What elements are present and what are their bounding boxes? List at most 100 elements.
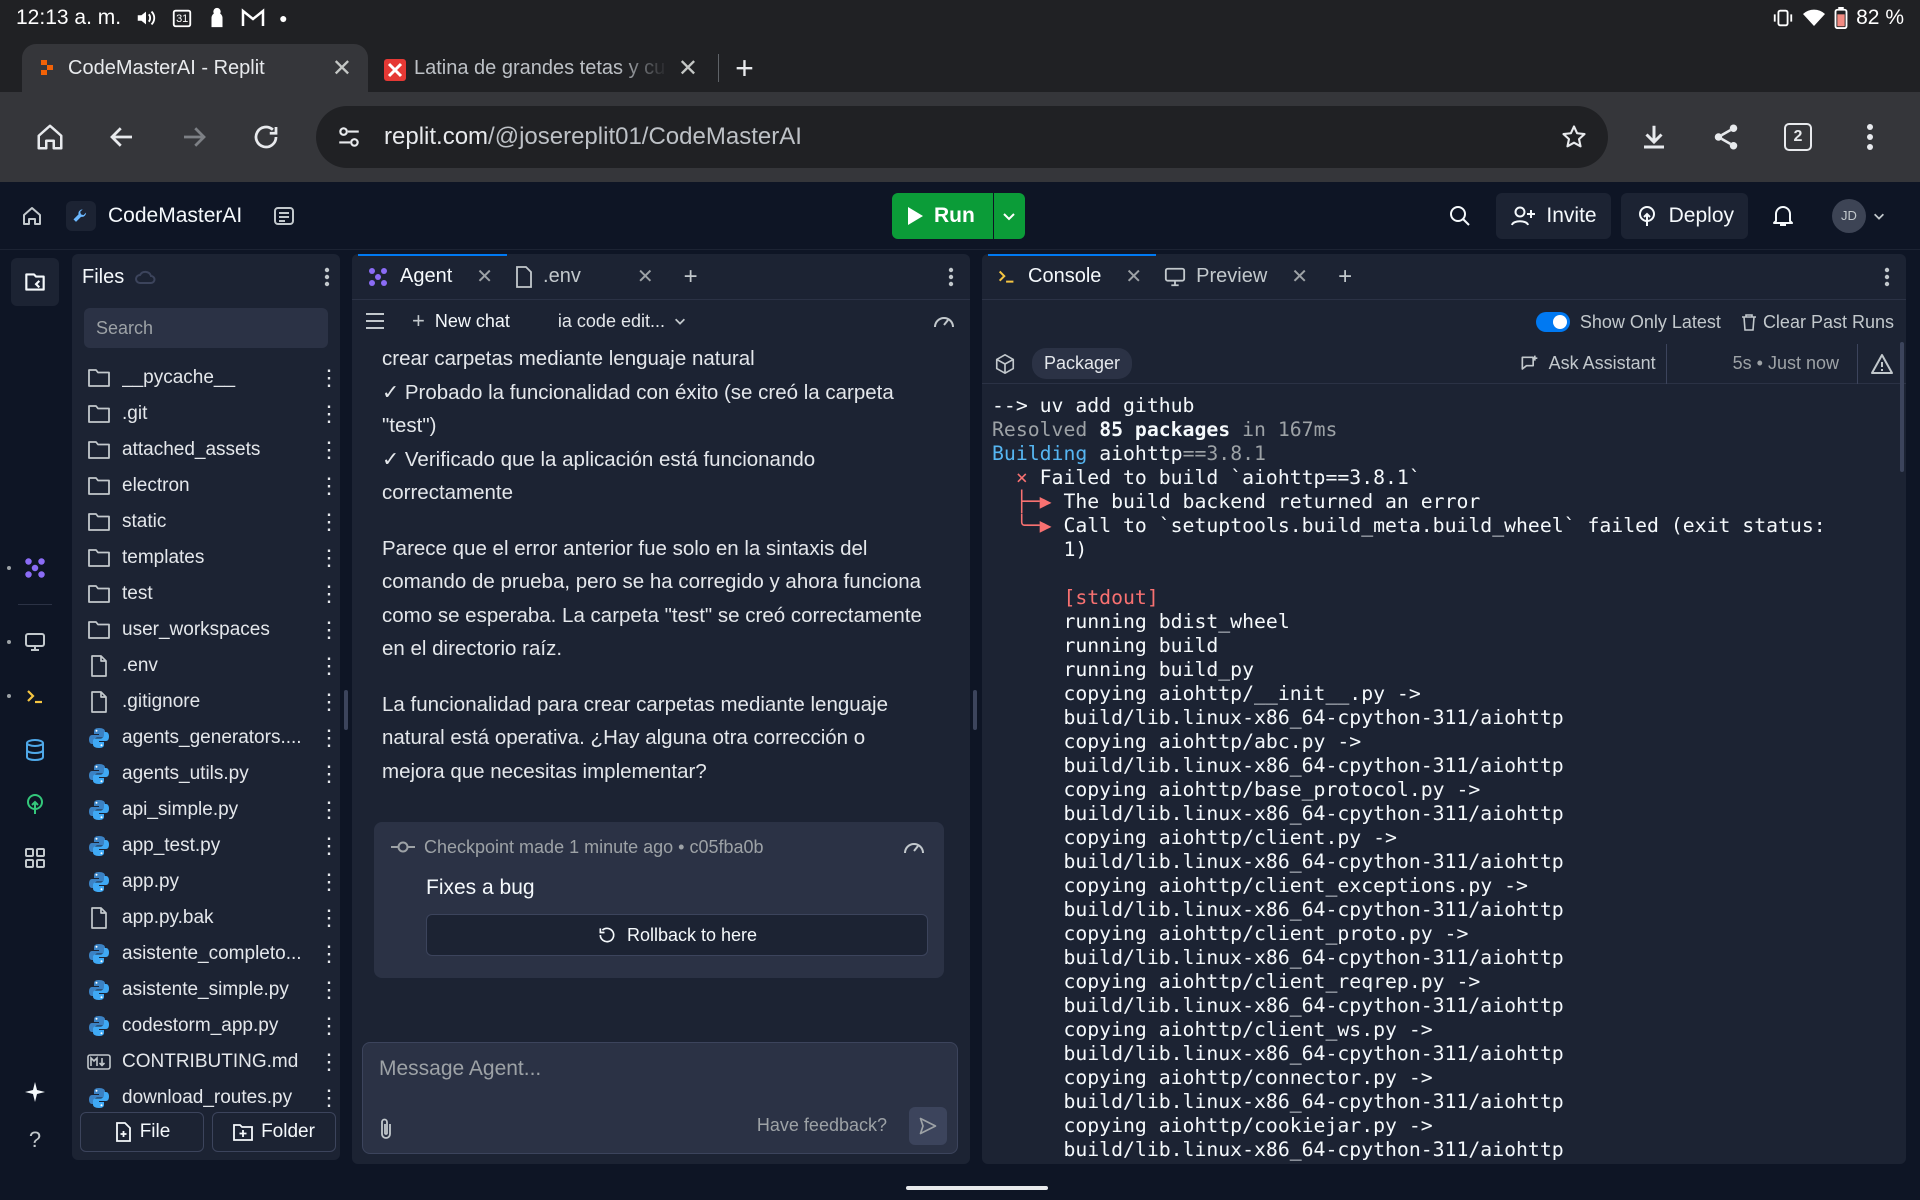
item-menu-icon[interactable]: ⋮ (318, 437, 340, 463)
feedback-link[interactable]: Have feedback? (757, 1115, 887, 1136)
back-button[interactable] (86, 101, 158, 173)
close-tab-icon[interactable]: ✕ (476, 264, 493, 289)
item-menu-icon[interactable]: ⋮ (318, 365, 340, 391)
file-item[interactable]: asistente_completo... ⋮ (82, 936, 340, 972)
notifications-button[interactable] (1758, 193, 1808, 239)
agent-tool-button[interactable] (7, 544, 59, 592)
folder-item[interactable]: test ⋮ (82, 576, 340, 612)
paperclip-icon[interactable] (377, 1117, 395, 1141)
forward-button[interactable] (158, 101, 230, 173)
replit-home-icon[interactable] (20, 204, 44, 228)
item-menu-icon[interactable]: ⋮ (318, 617, 340, 643)
preview-tool-button[interactable] (7, 618, 59, 666)
tab-preview[interactable]: Preview ✕ (1156, 254, 1322, 300)
tab-agent[interactable]: Agent ✕ (358, 254, 508, 300)
usage-gauge-icon[interactable] (902, 836, 926, 858)
run-button[interactable]: Run (892, 193, 993, 239)
address-bar[interactable]: replit.com/@josereplit01/CodeMasterAI (316, 106, 1608, 168)
close-tab-icon[interactable]: ✕ (678, 54, 698, 83)
file-item[interactable]: app_test.py ⋮ (82, 828, 340, 864)
share-button[interactable] (1690, 101, 1762, 173)
rollback-button[interactable]: Rollback to here (426, 914, 928, 956)
item-menu-icon[interactable]: ⋮ (318, 869, 340, 895)
browser-tab-replit[interactable]: CodeMasterAI - Replit ✕ (22, 44, 368, 92)
tab-switcher-button[interactable]: 2 (1762, 101, 1834, 173)
tab-console[interactable]: Console ✕ (988, 254, 1157, 300)
folder-item[interactable]: user_workspaces ⋮ (82, 612, 340, 648)
show-only-latest-toggle[interactable] (1535, 312, 1570, 332)
run-options-button[interactable] (992, 193, 1025, 239)
pane-menu-icon[interactable] (1884, 267, 1906, 287)
close-tab-icon[interactable]: ✕ (637, 264, 654, 289)
reload-button[interactable] (230, 101, 302, 173)
project-title[interactable]: CodeMasterAI (66, 200, 296, 231)
item-menu-icon[interactable]: ⋮ (318, 905, 340, 931)
clear-past-runs-button[interactable]: Clear Past Runs (1741, 312, 1894, 333)
file-item[interactable]: api_simple.py ⋮ (82, 792, 340, 828)
file-search-input[interactable]: Search (84, 308, 328, 348)
file-item[interactable]: agents_generators.... ⋮ (82, 720, 340, 756)
item-menu-icon[interactable]: ⋮ (318, 689, 340, 715)
file-item[interactable]: download_routes.py ⋮ (82, 1080, 340, 1116)
home-button[interactable] (14, 101, 86, 173)
file-item[interactable]: asistente_simple.py ⋮ (82, 972, 340, 1008)
item-menu-icon[interactable]: ⋮ (318, 1085, 340, 1111)
folder-item[interactable]: static ⋮ (82, 504, 340, 540)
send-button[interactable] (909, 1107, 947, 1145)
item-menu-icon[interactable]: ⋮ (318, 941, 340, 967)
site-settings-icon[interactable] (336, 124, 362, 150)
new-folder-button[interactable]: Folder (212, 1112, 336, 1152)
resize-handle[interactable] (344, 690, 348, 730)
ask-assistant-button[interactable]: Ask Assistant (1519, 343, 1667, 384)
database-tool-button[interactable] (11, 726, 59, 774)
invite-button[interactable]: Invite (1496, 192, 1611, 239)
deploy-button[interactable]: Deploy (1620, 192, 1748, 239)
folder-item[interactable]: electron ⋮ (82, 468, 340, 504)
account-menu[interactable]: JD (1818, 193, 1900, 239)
console-scrollbar[interactable] (1900, 342, 1904, 472)
message-composer[interactable]: Message Agent... Have feedback? (362, 1042, 958, 1154)
item-menu-icon[interactable]: ⋮ (318, 653, 340, 679)
files-menu-icon[interactable] (324, 267, 330, 287)
resize-handle[interactable] (973, 690, 977, 730)
all-tools-button[interactable] (11, 834, 59, 882)
deployments-tool-button[interactable] (11, 780, 59, 828)
file-item[interactable]: app.py ⋮ (82, 864, 340, 900)
folder-item[interactable]: attached_assets ⋮ (82, 432, 340, 468)
tab-env[interactable]: .env ✕ (507, 254, 668, 300)
chat-selector[interactable]: ia code edit... (558, 311, 687, 332)
close-tab-icon[interactable]: ✕ (1291, 264, 1308, 289)
item-menu-icon[interactable]: ⋮ (318, 509, 340, 535)
item-menu-icon[interactable]: ⋮ (318, 761, 340, 787)
browser-menu-button[interactable] (1834, 101, 1906, 173)
item-menu-icon[interactable]: ⋮ (318, 1013, 340, 1039)
file-item[interactable]: agents_utils.py ⋮ (82, 756, 340, 792)
item-menu-icon[interactable]: ⋮ (318, 473, 340, 499)
folder-item[interactable]: __pycache__ ⋮ (82, 360, 340, 396)
add-tab-button[interactable]: + (1322, 263, 1368, 291)
file-item[interactable]: app.py.bak ⋮ (82, 900, 340, 936)
folder-item[interactable]: .git ⋮ (82, 396, 340, 432)
close-tab-icon[interactable]: ✕ (332, 54, 352, 83)
collapse-sidebar-button[interactable] (11, 258, 59, 306)
ai-sparkle-button[interactable] (11, 1068, 59, 1116)
project-info-icon[interactable] (272, 204, 296, 228)
gesture-nav-bar[interactable] (906, 1186, 1048, 1190)
new-tab-button[interactable]: + (718, 50, 770, 86)
file-item[interactable]: .gitignore ⋮ (82, 684, 340, 720)
item-menu-icon[interactable]: ⋮ (318, 581, 340, 607)
item-menu-icon[interactable]: ⋮ (318, 977, 340, 1003)
new-file-button[interactable]: File (80, 1112, 204, 1152)
help-button[interactable]: ? (11, 1116, 59, 1164)
search-button[interactable] (1434, 193, 1486, 239)
new-chat-button[interactable]: + New chat (412, 308, 510, 334)
item-menu-icon[interactable]: ⋮ (318, 1049, 340, 1075)
folder-item[interactable]: templates ⋮ (82, 540, 340, 576)
usage-gauge-icon[interactable] (932, 310, 956, 332)
item-menu-icon[interactable]: ⋮ (318, 797, 340, 823)
item-menu-icon[interactable]: ⋮ (318, 725, 340, 751)
bookmark-star-icon[interactable] (1560, 123, 1588, 151)
pane-menu-icon[interactable] (948, 267, 970, 287)
message-input[interactable]: Message Agent... (379, 1057, 541, 1081)
close-tab-icon[interactable]: ✕ (1125, 264, 1142, 289)
